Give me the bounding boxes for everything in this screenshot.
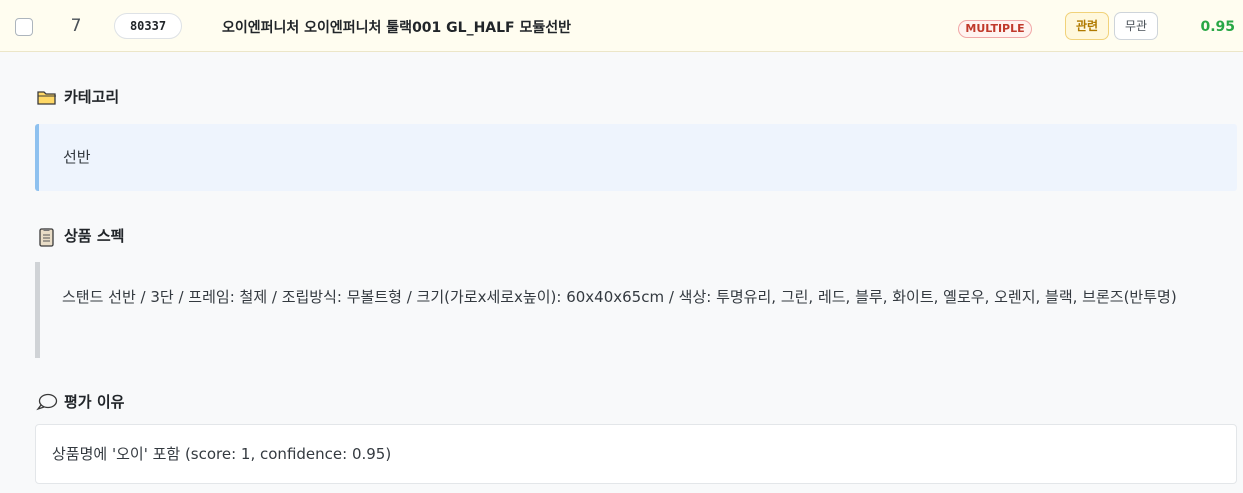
category-value-box: 선반 xyxy=(35,124,1237,191)
spec-value-box: 스탠드 선반 / 3단 / 프레임: 철제 / 조립방식: 무볼트형 / 크기(… xyxy=(35,262,1237,358)
speech-bubble-icon xyxy=(36,393,58,411)
reason-heading: 평가 이유 xyxy=(36,391,124,412)
spec-title: 상품 스펙 xyxy=(64,227,125,245)
spec-heading: 상품 스펙 xyxy=(36,225,125,247)
folder-icon xyxy=(36,88,58,106)
product-code-badge: 80337 xyxy=(114,13,182,39)
relevance-score: 0.95 xyxy=(1200,19,1235,35)
category-title: 카테고리 xyxy=(64,88,120,106)
match-type-badge: MULTIPLE xyxy=(958,20,1032,38)
rank-number: 7 xyxy=(70,16,82,36)
result-row: 7 80337 오이엔퍼니처 오이엔퍼니처 툴랙001 GL_HALF 모듈선반… xyxy=(0,0,1243,52)
clipboard-icon xyxy=(36,227,58,247)
spec-value: 스탠드 선반 / 3단 / 프레임: 철제 / 조립방식: 무볼트형 / 크기(… xyxy=(62,288,1177,306)
category-value: 선반 xyxy=(63,148,91,166)
irrelevant-button[interactable]: 무관 xyxy=(1114,12,1158,40)
reason-value-box: 상품명에 '오이' 포함 (score: 1, confidence: 0.95… xyxy=(35,424,1237,484)
reason-title: 평가 이유 xyxy=(64,393,125,411)
reason-value: 상품명에 '오이' 포함 (score: 1, confidence: 0.95… xyxy=(52,445,392,463)
relevant-button[interactable]: 관련 xyxy=(1065,12,1109,40)
row-checkbox[interactable] xyxy=(15,18,33,36)
product-name: 오이엔퍼니처 오이엔퍼니처 툴랙001 GL_HALF 모듈선반 xyxy=(222,20,572,36)
category-heading: 카테고리 xyxy=(36,86,119,107)
